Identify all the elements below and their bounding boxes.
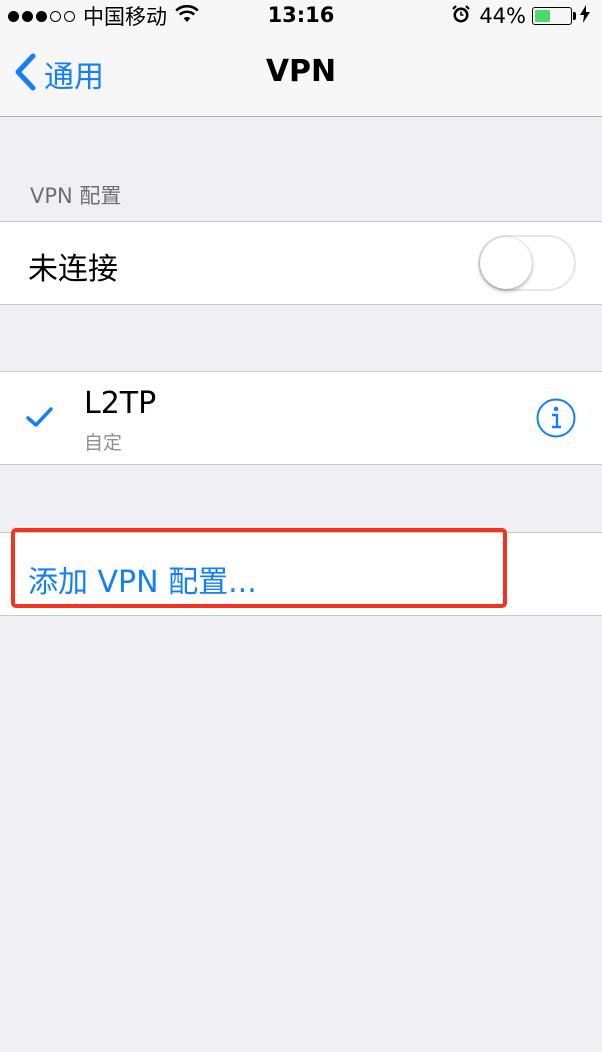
vpn-status-label: 未连接 xyxy=(28,252,118,287)
toggle-knob[interactable] xyxy=(480,237,532,289)
vpn-name: L2TP xyxy=(84,386,157,421)
status-right: 44% xyxy=(451,4,590,28)
checkmark-icon xyxy=(26,406,54,432)
battery-percent: 44% xyxy=(479,4,526,28)
page-title: VPN xyxy=(265,54,337,89)
section-header-vpn-config: VPN 配置 xyxy=(30,184,122,208)
battery-cap xyxy=(573,12,576,20)
highlight-box xyxy=(11,528,507,608)
status-bar: 中国移动 13:16 44% xyxy=(0,0,602,32)
charging-icon xyxy=(580,5,590,27)
vpn-list-item[interactable]: L2TP 自定 xyxy=(0,371,602,465)
navigation-bar: 通用 VPN xyxy=(0,32,602,117)
battery-icon xyxy=(532,7,572,25)
vpn-status-row: 未连接 xyxy=(0,221,602,305)
battery-level xyxy=(535,10,550,22)
vpn-type: 自定 xyxy=(84,432,123,454)
info-icon[interactable] xyxy=(536,398,576,442)
alarm-icon xyxy=(451,4,471,28)
vpn-toggle[interactable] xyxy=(478,235,576,291)
